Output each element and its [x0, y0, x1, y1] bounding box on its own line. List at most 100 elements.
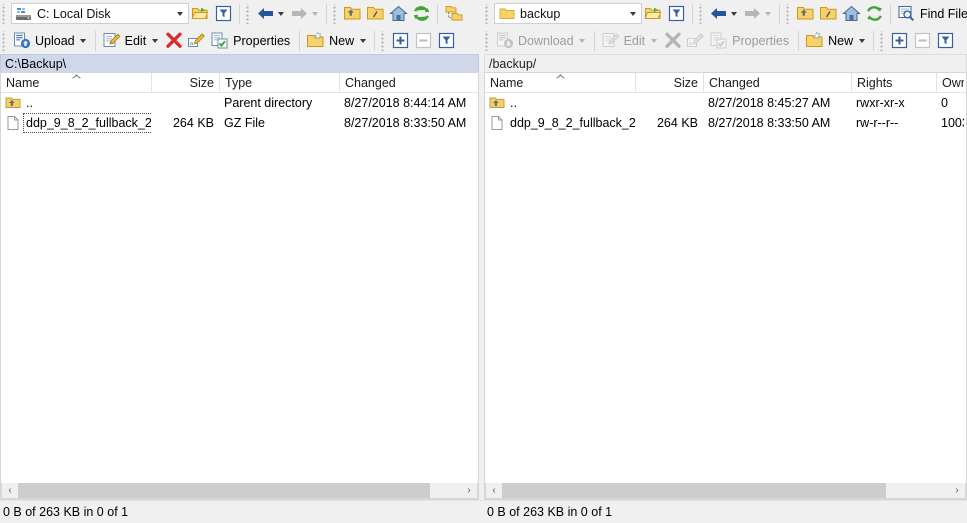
local-file-list[interactable]: Name Size Type Changed .. Parent directo… — [0, 72, 479, 500]
properties-button[interactable]: Properties — [707, 29, 794, 52]
rename-icon: a — [187, 31, 206, 50]
filter-button[interactable] — [212, 2, 235, 25]
select-add-button[interactable] — [888, 29, 911, 52]
column-header-owner[interactable]: Owr — [936, 73, 964, 93]
table-row[interactable]: ddp_9_8_2_fullback_2... 264 KB GZ File 8… — [1, 113, 478, 133]
forward-history-dropdown[interactable] — [309, 4, 320, 24]
new-dropdown[interactable] — [856, 31, 867, 51]
toolbar-grip[interactable] — [245, 3, 252, 24]
remote-horizontal-scrollbar[interactable]: ‹ › — [485, 483, 966, 499]
download-dropdown[interactable] — [577, 31, 588, 51]
delete-button[interactable] — [661, 29, 684, 52]
new-dropdown[interactable] — [357, 31, 368, 51]
scroll-thumb[interactable] — [502, 483, 887, 498]
scroll-track[interactable] — [18, 483, 461, 498]
column-header-changed[interactable]: Changed — [703, 73, 851, 93]
delete-button[interactable] — [162, 29, 185, 52]
cell-name[interactable]: ddp_9_8_2_fullback_2... — [1, 113, 151, 133]
table-row[interactable]: ddp_9_8_2_fullback_2... 264 KB 8/27/2018… — [485, 113, 966, 133]
select-remove-button[interactable] — [911, 29, 934, 52]
properties-button[interactable]: Properties — [208, 29, 295, 52]
open-directory-button[interactable] — [189, 2, 212, 25]
toolbar-grip[interactable] — [484, 3, 491, 24]
open-folder-icon — [191, 4, 210, 23]
filter-button[interactable] — [665, 2, 688, 25]
pencil-edit-icon — [601, 31, 620, 50]
toolbar-grip[interactable] — [879, 30, 887, 51]
upload-button[interactable]: Upload — [10, 29, 91, 52]
back-history-dropdown[interactable] — [275, 4, 286, 24]
cell-name[interactable]: .. — [1, 93, 151, 113]
forward-history-dropdown[interactable] — [762, 4, 773, 24]
edit-button[interactable]: Edit — [100, 29, 163, 52]
scroll-track[interactable] — [502, 483, 949, 498]
home-directory-button[interactable] — [840, 2, 863, 25]
local-path-bar[interactable]: C:\Backup\ — [0, 54, 479, 72]
cell-name[interactable]: ddp_9_8_2_fullback_2... — [485, 113, 635, 133]
back-button[interactable] — [707, 2, 741, 25]
select-add-button[interactable] — [389, 29, 412, 52]
open-directory-button[interactable] — [642, 2, 665, 25]
refresh-button[interactable] — [410, 2, 433, 25]
parent-directory-button[interactable] — [341, 2, 364, 25]
cell-name[interactable]: .. — [485, 93, 635, 113]
column-header-size[interactable]: Size — [151, 73, 219, 93]
scroll-thumb[interactable] — [18, 483, 430, 498]
column-header-size[interactable]: Size — [635, 73, 703, 93]
remote-path-bar[interactable]: /backup/ — [484, 54, 967, 72]
refresh-button[interactable] — [863, 2, 886, 25]
forward-button[interactable] — [741, 2, 775, 25]
back-button[interactable] — [254, 2, 288, 25]
table-row[interactable]: .. Parent directory 8/27/2018 8:44:14 AM — [1, 93, 478, 113]
local-drive-combo[interactable]: C: Local Disk — [11, 3, 189, 24]
back-history-dropdown[interactable] — [728, 4, 739, 24]
edit-dropdown[interactable] — [648, 31, 659, 51]
toolbar-grip[interactable] — [332, 3, 339, 24]
chevron-down-icon[interactable] — [625, 4, 641, 23]
select-remove-button[interactable] — [412, 29, 435, 52]
selection-filter-button[interactable] — [435, 29, 458, 52]
column-header-name[interactable]: Name — [1, 73, 151, 93]
root-directory-button[interactable] — [817, 2, 840, 25]
find-files-button[interactable]: Find Files — [895, 2, 967, 25]
parent-directory-button[interactable] — [794, 2, 817, 25]
toolbar-grip[interactable] — [785, 3, 792, 24]
column-header-changed[interactable]: Changed — [339, 73, 478, 93]
rename-button[interactable]: a — [185, 29, 208, 52]
directory-tree-button[interactable] — [442, 2, 465, 25]
file-name-label: ddp_9_8_2_fullback_2... — [510, 116, 635, 130]
home-directory-button[interactable] — [387, 2, 410, 25]
new-button[interactable]: New — [304, 29, 370, 52]
new-button[interactable]: New — [803, 29, 869, 52]
edit-dropdown[interactable] — [149, 31, 160, 51]
scroll-left-button[interactable]: ‹ — [2, 483, 18, 498]
rename-button[interactable]: a — [684, 29, 707, 52]
root-directory-button[interactable] — [364, 2, 387, 25]
edit-button[interactable]: Edit — [599, 29, 662, 52]
toolbar-grip[interactable] — [698, 3, 705, 24]
forward-button[interactable] — [288, 2, 322, 25]
cell-changed: 8/27/2018 8:45:27 AM — [708, 96, 831, 110]
scroll-right-button[interactable]: › — [949, 483, 965, 498]
parent-folder-icon — [489, 95, 505, 111]
toolbar-grip[interactable] — [484, 30, 491, 51]
remote-file-list[interactable]: Name Size Changed Rights Owr .. 8/27/201… — [484, 72, 967, 500]
upload-dropdown[interactable] — [78, 31, 89, 51]
cell-size — [635, 93, 703, 113]
toolbar-grip[interactable] — [380, 30, 388, 51]
toolbar-grip[interactable] — [1, 30, 8, 51]
toolbar-grip[interactable] — [1, 3, 8, 24]
funnel-select-icon — [437, 31, 456, 50]
table-row[interactable]: .. 8/27/2018 8:45:27 AM rwxr-xr-x 0 — [485, 93, 966, 113]
download-button[interactable]: Download — [493, 29, 590, 52]
remote-directory-combo[interactable]: backup — [494, 3, 642, 24]
column-header-name[interactable]: Name — [485, 73, 635, 93]
chevron-down-icon[interactable] — [172, 4, 188, 23]
scroll-right-button[interactable]: › — [461, 483, 477, 498]
local-horizontal-scrollbar[interactable]: ‹ › — [1, 483, 478, 499]
scroll-left-button[interactable]: ‹ — [486, 483, 502, 498]
column-header-rights[interactable]: Rights — [851, 73, 936, 93]
selection-filter-button[interactable] — [934, 29, 957, 52]
column-header-type[interactable]: Type — [219, 73, 339, 93]
file-name-label: .. — [26, 96, 33, 110]
